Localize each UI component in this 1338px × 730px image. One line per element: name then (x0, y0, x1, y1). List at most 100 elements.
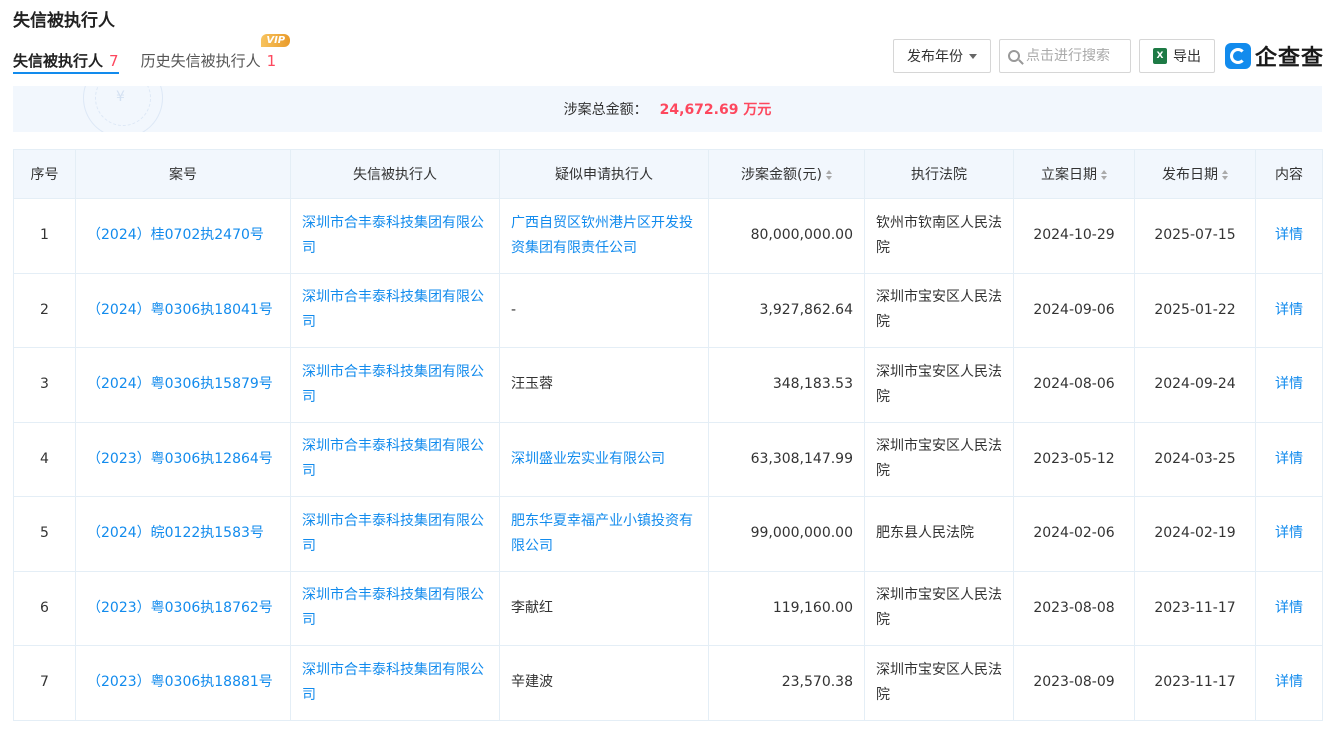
detail-link[interactable]: 详情 (1255, 570, 1323, 646)
col-header-case-no: 案号 (75, 149, 291, 199)
amount-cell: 23,570.38 (708, 645, 865, 721)
case-number-link[interactable]: （2024）粤0306执15879号 (75, 347, 291, 423)
detail-link[interactable]: 详情 (1255, 645, 1323, 721)
tab-count: 1 (266, 52, 277, 70)
publish-date-cell: 2025-07-15 (1134, 198, 1256, 274)
search-box[interactable] (998, 39, 1131, 73)
amount-cell: 63,308,147.99 (708, 421, 865, 497)
detail-link[interactable]: 详情 (1255, 198, 1323, 274)
detail-link[interactable]: 详情 (1255, 272, 1323, 348)
court-cell: 肥东县人民法院 (864, 496, 1014, 572)
row-index: 6 (13, 570, 76, 646)
row-index: 1 (13, 198, 76, 274)
debtor-link[interactable]: 深圳市合丰泰科技集团有限公司 (290, 570, 500, 646)
yuan-watermark-icon: ¥ (116, 89, 125, 105)
row-index: 7 (13, 645, 76, 721)
row-index: 2 (13, 272, 76, 348)
case-number-link[interactable]: （2024）桂0702执2470号 (75, 198, 291, 274)
court-cell: 深圳市宝安区人民法院 (864, 421, 1014, 497)
debtor-link[interactable]: 深圳市合丰泰科技集团有限公司 (290, 645, 500, 721)
total-amount-label: 涉案总金额： (563, 102, 648, 118)
col-header-index: 序号 (13, 149, 76, 199)
total-amount-value: 24,672.69 万元 (659, 102, 772, 118)
amount-cell: 80,000,000.00 (708, 198, 865, 274)
amount-cell: 99,000,000.00 (708, 496, 865, 572)
case-number-link[interactable]: （2023）粤0306执12864号 (75, 421, 291, 497)
year-filter-dropdown[interactable]: 发布年份 (892, 39, 991, 73)
sort-icon[interactable] (1101, 170, 1107, 180)
filed-date-cell: 2023-08-08 (1013, 570, 1135, 646)
publish-date-cell: 2024-09-24 (1134, 347, 1256, 423)
filed-date-cell: 2024-02-06 (1013, 496, 1135, 572)
debtor-link[interactable]: 深圳市合丰泰科技集团有限公司 (290, 272, 500, 348)
total-amount-banner: ¥ 涉案总金额： 24,672.69 万元 (13, 86, 1322, 132)
debtor-link[interactable]: 深圳市合丰泰科技集团有限公司 (290, 198, 500, 274)
case-number-link[interactable]: （2024）皖0122执1583号 (75, 496, 291, 572)
court-cell: 深圳市宝安区人民法院 (864, 645, 1014, 721)
search-input[interactable] (1025, 48, 1126, 64)
applicant-link[interactable]: 深圳盛业宏实业有限公司 (499, 421, 709, 497)
col-header-content: 内容 (1255, 149, 1323, 199)
applicant-text: 辛建波 (499, 645, 709, 721)
logo-text: 企查查 (1254, 46, 1324, 71)
col-header-amount[interactable]: 涉案金额(元) (708, 149, 865, 199)
caret-down-icon (968, 53, 977, 59)
amount-cell: 119,160.00 (708, 570, 865, 646)
row-index: 3 (13, 347, 76, 423)
case-number-link[interactable]: （2023）粤0306执18762号 (75, 570, 291, 646)
col-header-filed-date[interactable]: 立案日期 (1013, 149, 1135, 199)
table-body: 1 （2024）桂0702执2470号 深圳市合丰泰科技集团有限公司 广西自贸区钦州港… (13, 198, 1323, 721)
sort-icon[interactable] (825, 170, 832, 180)
detail-link[interactable]: 详情 (1255, 421, 1323, 497)
filed-date-cell: 2024-10-29 (1013, 198, 1135, 274)
publish-date-cell: 2024-02-19 (1134, 496, 1256, 572)
amount-cell: 3,927,862.64 (708, 272, 865, 348)
applicant-link[interactable]: 肥东华夏幸福产业小镇投资有限公司 (499, 496, 709, 572)
tab-history-dishonest[interactable]: 历史失信被执行人 1 VIP (140, 34, 291, 74)
excel-icon: X (1152, 48, 1167, 64)
table-row: 3 （2024）粤0306执15879号 深圳市合丰泰科技集团有限公司 汪玉蓉 348,… (13, 347, 1323, 423)
table-header-row: 序号 案号 失信被执行人 疑似申请执行人 涉案金额(元) 执行法院 立案日期 发… (13, 149, 1323, 199)
applicant-text: 汪玉蓉 (499, 347, 709, 423)
page-title: 失信被执行人 (13, 11, 115, 31)
court-cell: 钦州市钦南区人民法院 (864, 198, 1014, 274)
filed-date-cell: 2023-08-09 (1013, 645, 1135, 721)
detail-link[interactable]: 详情 (1255, 496, 1323, 572)
filed-date-cell: 2024-08-06 (1013, 347, 1135, 423)
court-cell: 深圳市宝安区人民法院 (864, 347, 1014, 423)
court-cell: 深圳市宝安区人民法院 (864, 272, 1014, 348)
debtor-link[interactable]: 深圳市合丰泰科技集团有限公司 (290, 347, 500, 423)
qichacha-logo: 企查查 (1224, 40, 1324, 72)
logo-mark-icon (1224, 43, 1251, 69)
vip-badge: VIP (261, 34, 291, 47)
table-row: 4 （2023）粤0306执12864号 深圳市合丰泰科技集团有限公司 深圳盛业宏实业… (13, 421, 1323, 497)
publish-date-cell: 2025-01-22 (1134, 272, 1256, 348)
publish-date-cell: 2023-11-17 (1134, 645, 1256, 721)
tab-label: 失信被执行人 (13, 52, 104, 70)
detail-link[interactable]: 详情 (1255, 347, 1323, 423)
col-header-label: 立案日期 (1041, 167, 1097, 183)
sort-icon[interactable] (1222, 170, 1228, 180)
case-number-link[interactable]: （2023）粤0306执18881号 (75, 645, 291, 721)
court-cell: 深圳市宝安区人民法院 (864, 570, 1014, 646)
applicant-link[interactable]: 广西自贸区钦州港片区开发投资集团有限责任公司 (499, 198, 709, 274)
export-label: 导出 (1172, 49, 1201, 65)
export-button[interactable]: X 导出 (1138, 39, 1215, 73)
tab-bar: 失信被执行人 7 历史失信被执行人 1 VIP (13, 34, 298, 74)
amount-cell: 348,183.53 (708, 347, 865, 423)
col-header-label: 发布日期 (1162, 167, 1218, 183)
tab-count: 7 (109, 52, 119, 70)
tab-current-dishonest[interactable]: 失信被执行人 7 (13, 40, 119, 74)
toolbar: 发布年份 X 导出 企查查 (885, 39, 1324, 73)
debtor-link[interactable]: 深圳市合丰泰科技集团有限公司 (290, 496, 500, 572)
col-header-publish-date[interactable]: 发布日期 (1134, 149, 1256, 199)
case-number-link[interactable]: （2024）粤0306执18041号 (75, 272, 291, 348)
table-row: 5 （2024）皖0122执1583号 深圳市合丰泰科技集团有限公司 肥东华夏幸福产业… (13, 496, 1323, 572)
debtor-link[interactable]: 深圳市合丰泰科技集团有限公司 (290, 421, 500, 497)
row-index: 4 (13, 421, 76, 497)
col-header-debtor: 失信被执行人 (290, 149, 500, 199)
publish-date-cell: 2024-03-25 (1134, 421, 1256, 497)
col-header-applicant: 疑似申请执行人 (499, 149, 709, 199)
table-row: 2 （2024）粤0306执18041号 深圳市合丰泰科技集团有限公司 -3,927,… (13, 272, 1323, 348)
tab-label: 历史失信被执行人 (140, 52, 261, 70)
